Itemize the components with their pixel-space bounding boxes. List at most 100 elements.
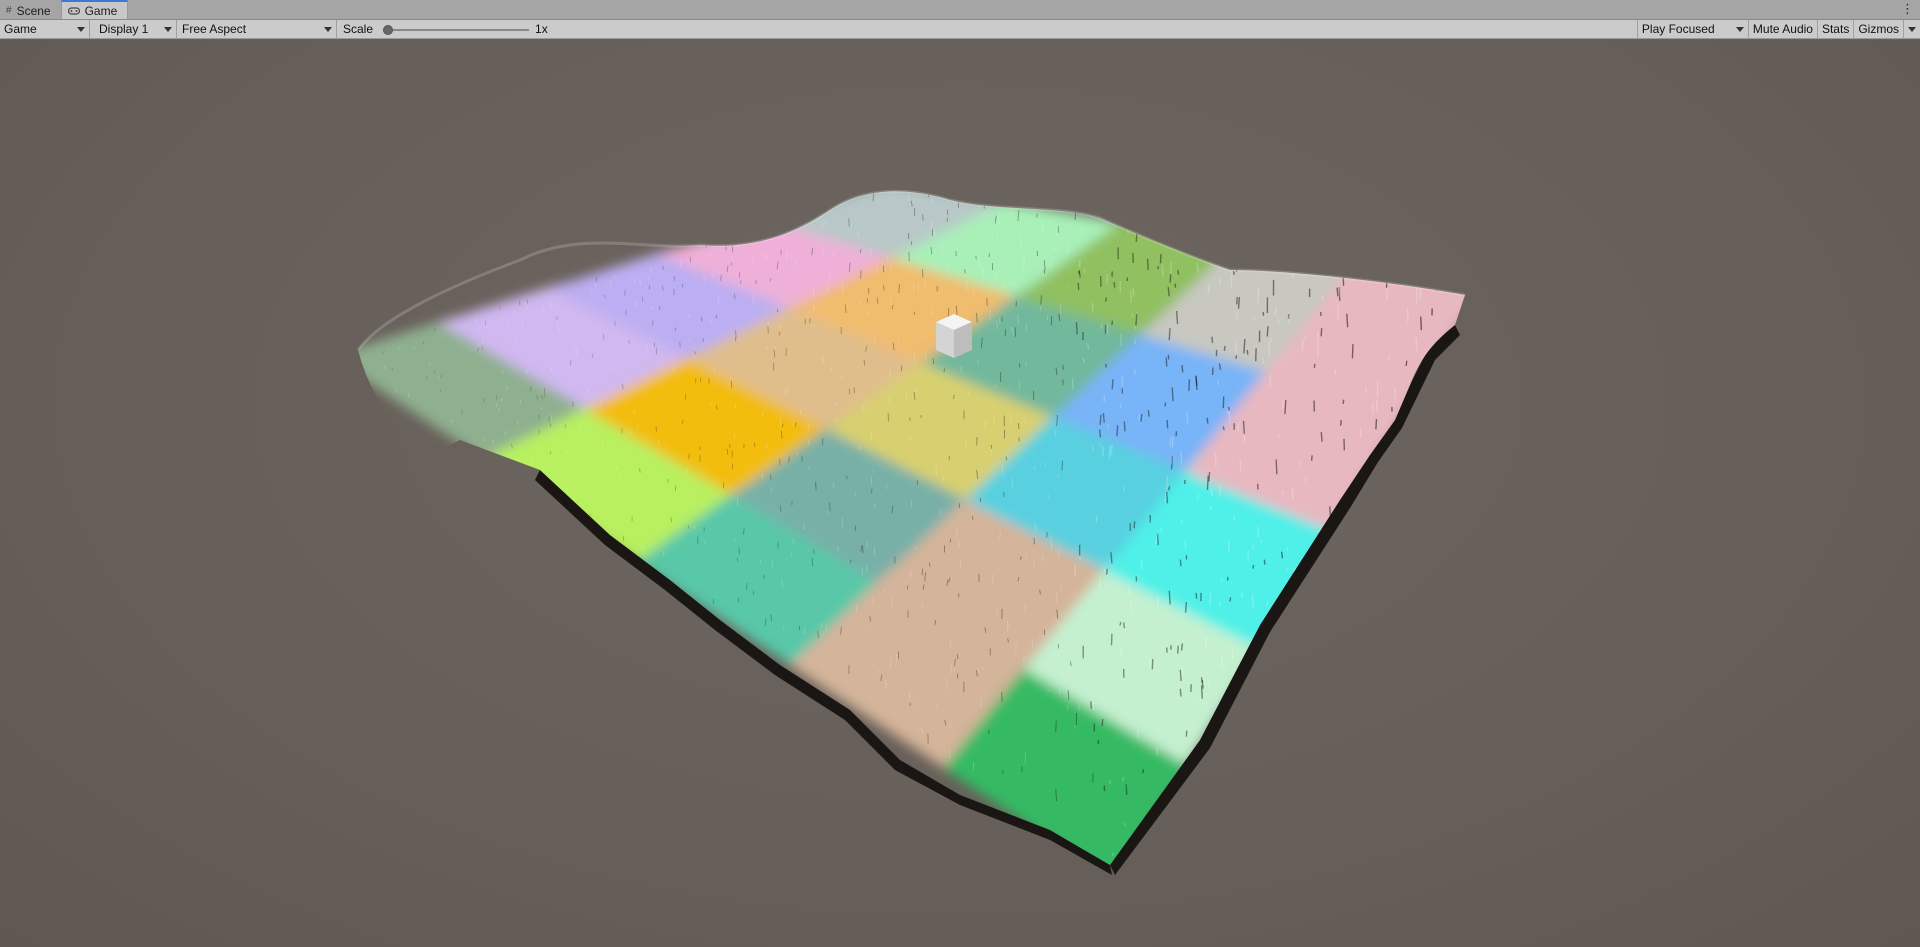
grass-blade bbox=[413, 345, 415, 350]
grass-blade bbox=[999, 531, 1001, 540]
grass-blade bbox=[1105, 568, 1109, 575]
grass-blade bbox=[1168, 486, 1171, 491]
panel-menu-icon[interactable]: ⋮ bbox=[1901, 1, 1914, 17]
grass-blade bbox=[1257, 287, 1260, 303]
grass-blade bbox=[1226, 408, 1230, 415]
grass-blade bbox=[1167, 354, 1170, 360]
grass-blade bbox=[1266, 326, 1269, 337]
grass-blade bbox=[1116, 425, 1119, 437]
grass-blade bbox=[1095, 516, 1098, 523]
scale-slider-thumb[interactable] bbox=[383, 24, 394, 35]
grass-blade bbox=[1415, 337, 1418, 352]
grass-blade bbox=[1243, 435, 1246, 443]
grass-blade bbox=[602, 334, 605, 340]
grass-blade bbox=[1180, 518, 1183, 524]
grass-blade bbox=[541, 394, 543, 399]
mute-audio-toggle[interactable]: Mute Audio bbox=[1749, 19, 1818, 39]
grass-blade bbox=[1375, 418, 1378, 430]
grass-blade bbox=[1204, 636, 1208, 650]
grass-blade bbox=[889, 296, 892, 306]
grass-blade bbox=[1377, 263, 1380, 279]
grass-blade bbox=[1235, 311, 1239, 320]
chevron-down-icon bbox=[1908, 26, 1916, 32]
grass-blade bbox=[1098, 429, 1102, 438]
grass-blade bbox=[739, 280, 742, 284]
grass-blade bbox=[875, 266, 878, 274]
grass-blade bbox=[1099, 414, 1102, 425]
grass-blade bbox=[1040, 295, 1042, 305]
grass-blade bbox=[1055, 720, 1057, 733]
grass-blade bbox=[1164, 402, 1167, 407]
grass-blade bbox=[1091, 446, 1095, 451]
gamepad-icon bbox=[67, 6, 80, 15]
tab-scene[interactable]: # Scene bbox=[0, 2, 61, 19]
grass-blade bbox=[1346, 252, 1349, 268]
grass-blade bbox=[1243, 253, 1246, 260]
grass-blade bbox=[1316, 331, 1319, 348]
gizmos-toggle[interactable]: Gizmos bbox=[1854, 19, 1904, 39]
grass-blade bbox=[1157, 266, 1160, 270]
grass-blade bbox=[1242, 420, 1246, 434]
view-select[interactable]: Game bbox=[0, 19, 90, 39]
grass-blade bbox=[1168, 328, 1171, 341]
grass-blade bbox=[934, 619, 936, 626]
grass-blade bbox=[1246, 349, 1249, 355]
grass-blade bbox=[532, 467, 535, 472]
grass-blade bbox=[1135, 229, 1138, 242]
grass-blade bbox=[1222, 665, 1226, 670]
stats-toggle[interactable]: Stats bbox=[1818, 19, 1855, 39]
scale-slider[interactable] bbox=[383, 20, 530, 39]
grass-blade bbox=[1170, 453, 1173, 465]
tab-game-label: Game bbox=[84, 3, 118, 18]
chevron-down-icon bbox=[1735, 26, 1744, 32]
tab-scene-label: Scene bbox=[16, 3, 51, 18]
grass-blade bbox=[679, 341, 681, 347]
grass-blade bbox=[1243, 338, 1246, 354]
grass-blade bbox=[624, 289, 626, 296]
grass-blade bbox=[1111, 852, 1114, 857]
grass-blade bbox=[1171, 387, 1174, 402]
grass-blade bbox=[1284, 400, 1287, 415]
grass-blade bbox=[1177, 269, 1180, 275]
play-focused-value: Play Focused bbox=[1641, 22, 1715, 36]
grass-blade bbox=[1230, 273, 1233, 289]
view-select-value: Game bbox=[4, 22, 37, 36]
grass-blade bbox=[1304, 335, 1307, 341]
grass-blade bbox=[1047, 688, 1049, 693]
game-viewport[interactable] bbox=[0, 40, 1920, 947]
grass-blade bbox=[1277, 434, 1280, 439]
grass-blade bbox=[1320, 328, 1323, 337]
grass-blade bbox=[1209, 505, 1212, 511]
grass-blade bbox=[1132, 288, 1135, 297]
play-focused-select[interactable]: Play Focused bbox=[1636, 19, 1749, 39]
grass-blade bbox=[1075, 322, 1078, 335]
grass-blade bbox=[1123, 622, 1126, 629]
grass-blade bbox=[822, 246, 824, 255]
grass-blade bbox=[1090, 701, 1093, 709]
grass-blade bbox=[1174, 283, 1177, 288]
grass-blade bbox=[571, 341, 573, 346]
grass-blade bbox=[1086, 342, 1090, 350]
aspect-select[interactable]: Free Aspect bbox=[177, 19, 337, 39]
grass-blade bbox=[909, 417, 911, 421]
grass-blade bbox=[790, 552, 793, 558]
grass-blade bbox=[1036, 251, 1039, 257]
scale-label: Scale bbox=[343, 22, 374, 36]
grass-blade bbox=[1183, 638, 1186, 643]
chevron-down-icon bbox=[164, 26, 172, 32]
scene-grid-icon: # bbox=[6, 5, 12, 16]
grass-blade bbox=[1181, 667, 1184, 677]
gizmos-dropdown[interactable] bbox=[1904, 20, 1920, 39]
grass-blade bbox=[1168, 590, 1171, 605]
display-select[interactable]: Display 1 bbox=[90, 19, 177, 39]
grass-blade bbox=[1262, 358, 1265, 364]
grass-blade bbox=[1200, 677, 1204, 684]
grass-blade bbox=[976, 312, 978, 323]
grass-blade bbox=[921, 568, 924, 576]
grass-blade bbox=[587, 387, 589, 394]
grass-blade bbox=[1296, 253, 1299, 265]
grass-blade bbox=[1113, 282, 1116, 288]
tab-game[interactable]: Game bbox=[60, 0, 129, 19]
grass-blade bbox=[1227, 406, 1231, 411]
grass-blade bbox=[556, 322, 559, 328]
